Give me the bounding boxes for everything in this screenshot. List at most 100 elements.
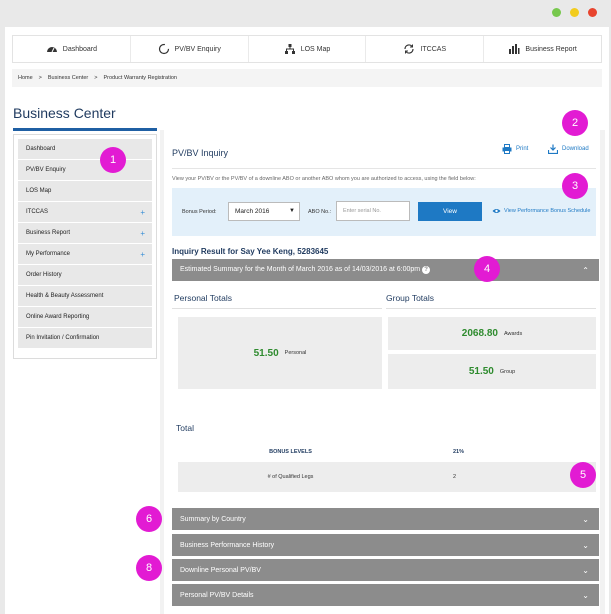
accordion-title: Personal PV/BV Details [180,591,254,599]
callout-badge: 6 [136,506,162,532]
breadcrumb-business-center[interactable]: Business Center [48,75,88,81]
awards-value: 2068.80 [461,328,498,339]
window-dot-green[interactable] [552,8,561,17]
awards-box: 2068.80 Awards [388,317,596,350]
nav-pvbv-enquiry[interactable]: PV/BV Enquiry [131,36,249,62]
chevron-down-icon: ⌄ [582,540,589,550]
window-dot-yellow[interactable] [570,8,579,17]
inquiry-form: Bonus Period: March 2016 ▼ ABO No.: Ente… [172,188,596,236]
print-button[interactable]: Print [502,144,528,154]
sidebar-item-label: PV/BV Enquiry [26,167,66,173]
result-title: Inquiry Result for Say Yee Keng, 5283645 [172,247,329,256]
chevron-down-icon: ⌄ [582,565,589,575]
bonus-period-value: March 2016 [235,208,270,215]
sidebar-item-label: Pin Invitation / Confirmation [26,335,100,341]
top-navigation: Dashboard PV/BV Enquiry LOS Map ITCCAS B… [12,35,602,63]
bonus-levels-label: BONUS LEVELS [269,448,312,455]
sidebar-item-label: Order History [26,272,62,278]
bonus-levels-value: 21% [453,448,465,455]
sync-icon [404,44,415,54]
chevron-up-icon: ⌃ [582,265,589,275]
callout-badge: 8 [136,555,162,581]
caret-down-icon: ▼ [289,208,295,214]
title-underline [13,128,157,131]
abo-number-input[interactable]: Enter serial No. [336,201,410,221]
nav-business-report[interactable]: Business Report [484,36,601,62]
divider [172,308,382,309]
group-value: 51.50 [468,366,494,377]
chevron-down-icon: ⌄ [582,590,589,600]
sidebar-item-business-report[interactable]: Business Report + [18,223,152,243]
callout-badge: 2 [562,110,588,136]
sidebar-item-online-award[interactable]: Online Award Reporting [18,307,152,327]
breadcrumb-separator: > [38,75,42,81]
breadcrumb-separator: > [94,75,98,81]
download-button[interactable]: Download [548,144,589,154]
accordion-personal-pvbv-details[interactable]: Personal PV/BV Details ⌄ [172,584,599,606]
org-chart-icon [284,44,295,54]
estimated-summary-header[interactable]: Estimated Summary for the Month of March… [172,259,599,281]
sidebar-item-label: Business Report [26,230,71,236]
nav-los-map[interactable]: LOS Map [249,36,367,62]
sidebar-item-health-beauty[interactable]: Health & Beauty Assessment [18,286,152,306]
window-dot-red[interactable] [588,8,597,17]
divider [386,308,596,309]
table-row: # of Qualified Legs 2 [178,462,596,492]
personal-totals-title: Personal Totals [174,293,232,303]
breadcrumb: Home > Business Center > Product Warrant… [12,69,602,87]
personal-label: Personal [284,350,307,356]
help-icon[interactable]: ? [422,266,431,274]
accordion-title: Summary by Country [180,515,246,523]
expand-icon[interactable]: + [140,208,145,217]
printer-icon [502,144,512,154]
sidebar-item-dashboard[interactable]: Dashboard [18,139,152,159]
sidebar-item-los-map[interactable]: LOS Map [18,181,152,201]
sidebar-item-pin-invitation[interactable]: Pin Invitation / Confirmation [18,328,152,348]
nav-itccas-label: ITCCAS [420,45,447,53]
expand-icon[interactable]: + [140,250,145,259]
bonus-period-select[interactable]: March 2016 ▼ [228,202,300,221]
nav-itccas[interactable]: ITCCAS [366,36,485,62]
sidebar-item-label: LOS Map [26,188,52,194]
nav-los-label: LOS Map [300,45,331,53]
callout-badge: 5 [570,462,596,488]
accordion-summary-by-country[interactable]: Summary by Country ⌄ [172,508,599,530]
sidebar-item-label: ITCCAS [26,209,49,215]
nav-pvbv-label: PV/BV Enquiry [174,45,221,53]
expand-icon[interactable]: + [140,229,145,238]
sidebar: Dashboard PV/BV Enquiry LOS Map ITCCAS + … [13,134,157,359]
sidebar-item-order-history[interactable]: Order History [18,265,152,285]
view-bonus-schedule-label: View Performance Bonus Schedule [504,208,591,214]
download-label: Download [562,146,589,152]
dashboard-icon [46,47,57,53]
sidebar-item-label: My Performance [26,251,71,257]
bonus-period-label: Bonus Period: [182,209,217,215]
group-label: Group [499,368,516,375]
download-icon [548,144,558,154]
main-content: PV/BV Inquiry Print Download View your P… [160,130,605,614]
sidebar-item-my-performance[interactable]: My Performance + [18,244,152,264]
sidebar-item-label: Online Award Reporting [26,314,90,320]
view-bonus-schedule-link[interactable]: View Performance Bonus Schedule [492,208,590,214]
page: Dashboard PV/BV Enquiry LOS Map ITCCAS B… [5,27,609,614]
print-label: Print [516,146,529,152]
window-controls [552,8,597,17]
group-totals-title: Group Totals [386,293,435,303]
sidebar-item-itccas[interactable]: ITCCAS + [18,202,152,222]
refresh-circle-icon [158,43,169,55]
breadcrumb-home[interactable]: Home [18,75,33,81]
view-button[interactable]: View [418,202,482,221]
estimated-summary-title: Estimated Summary for the Month of March… [180,266,431,274]
accordion-business-performance-history[interactable]: Business Performance History ⌄ [172,534,599,556]
nav-dashboard-label: Dashboard [62,45,98,53]
accordion-downline-personal-pvbv[interactable]: Downline Personal PV/BV ⌄ [172,559,599,581]
sidebar-item-label: Health & Beauty Assessment [26,293,104,299]
callout-badge: 1 [100,147,126,173]
total-title: Total [176,423,194,433]
sidebar-item-pvbv-enquiry[interactable]: PV/BV Enquiry [18,160,152,180]
accordion-title: Business Performance History [180,541,275,549]
nav-dashboard[interactable]: Dashboard [13,36,131,62]
page-title: Business Center [13,105,116,121]
breadcrumb-current: Product Warranty Registration [103,75,177,81]
divider [172,168,596,169]
